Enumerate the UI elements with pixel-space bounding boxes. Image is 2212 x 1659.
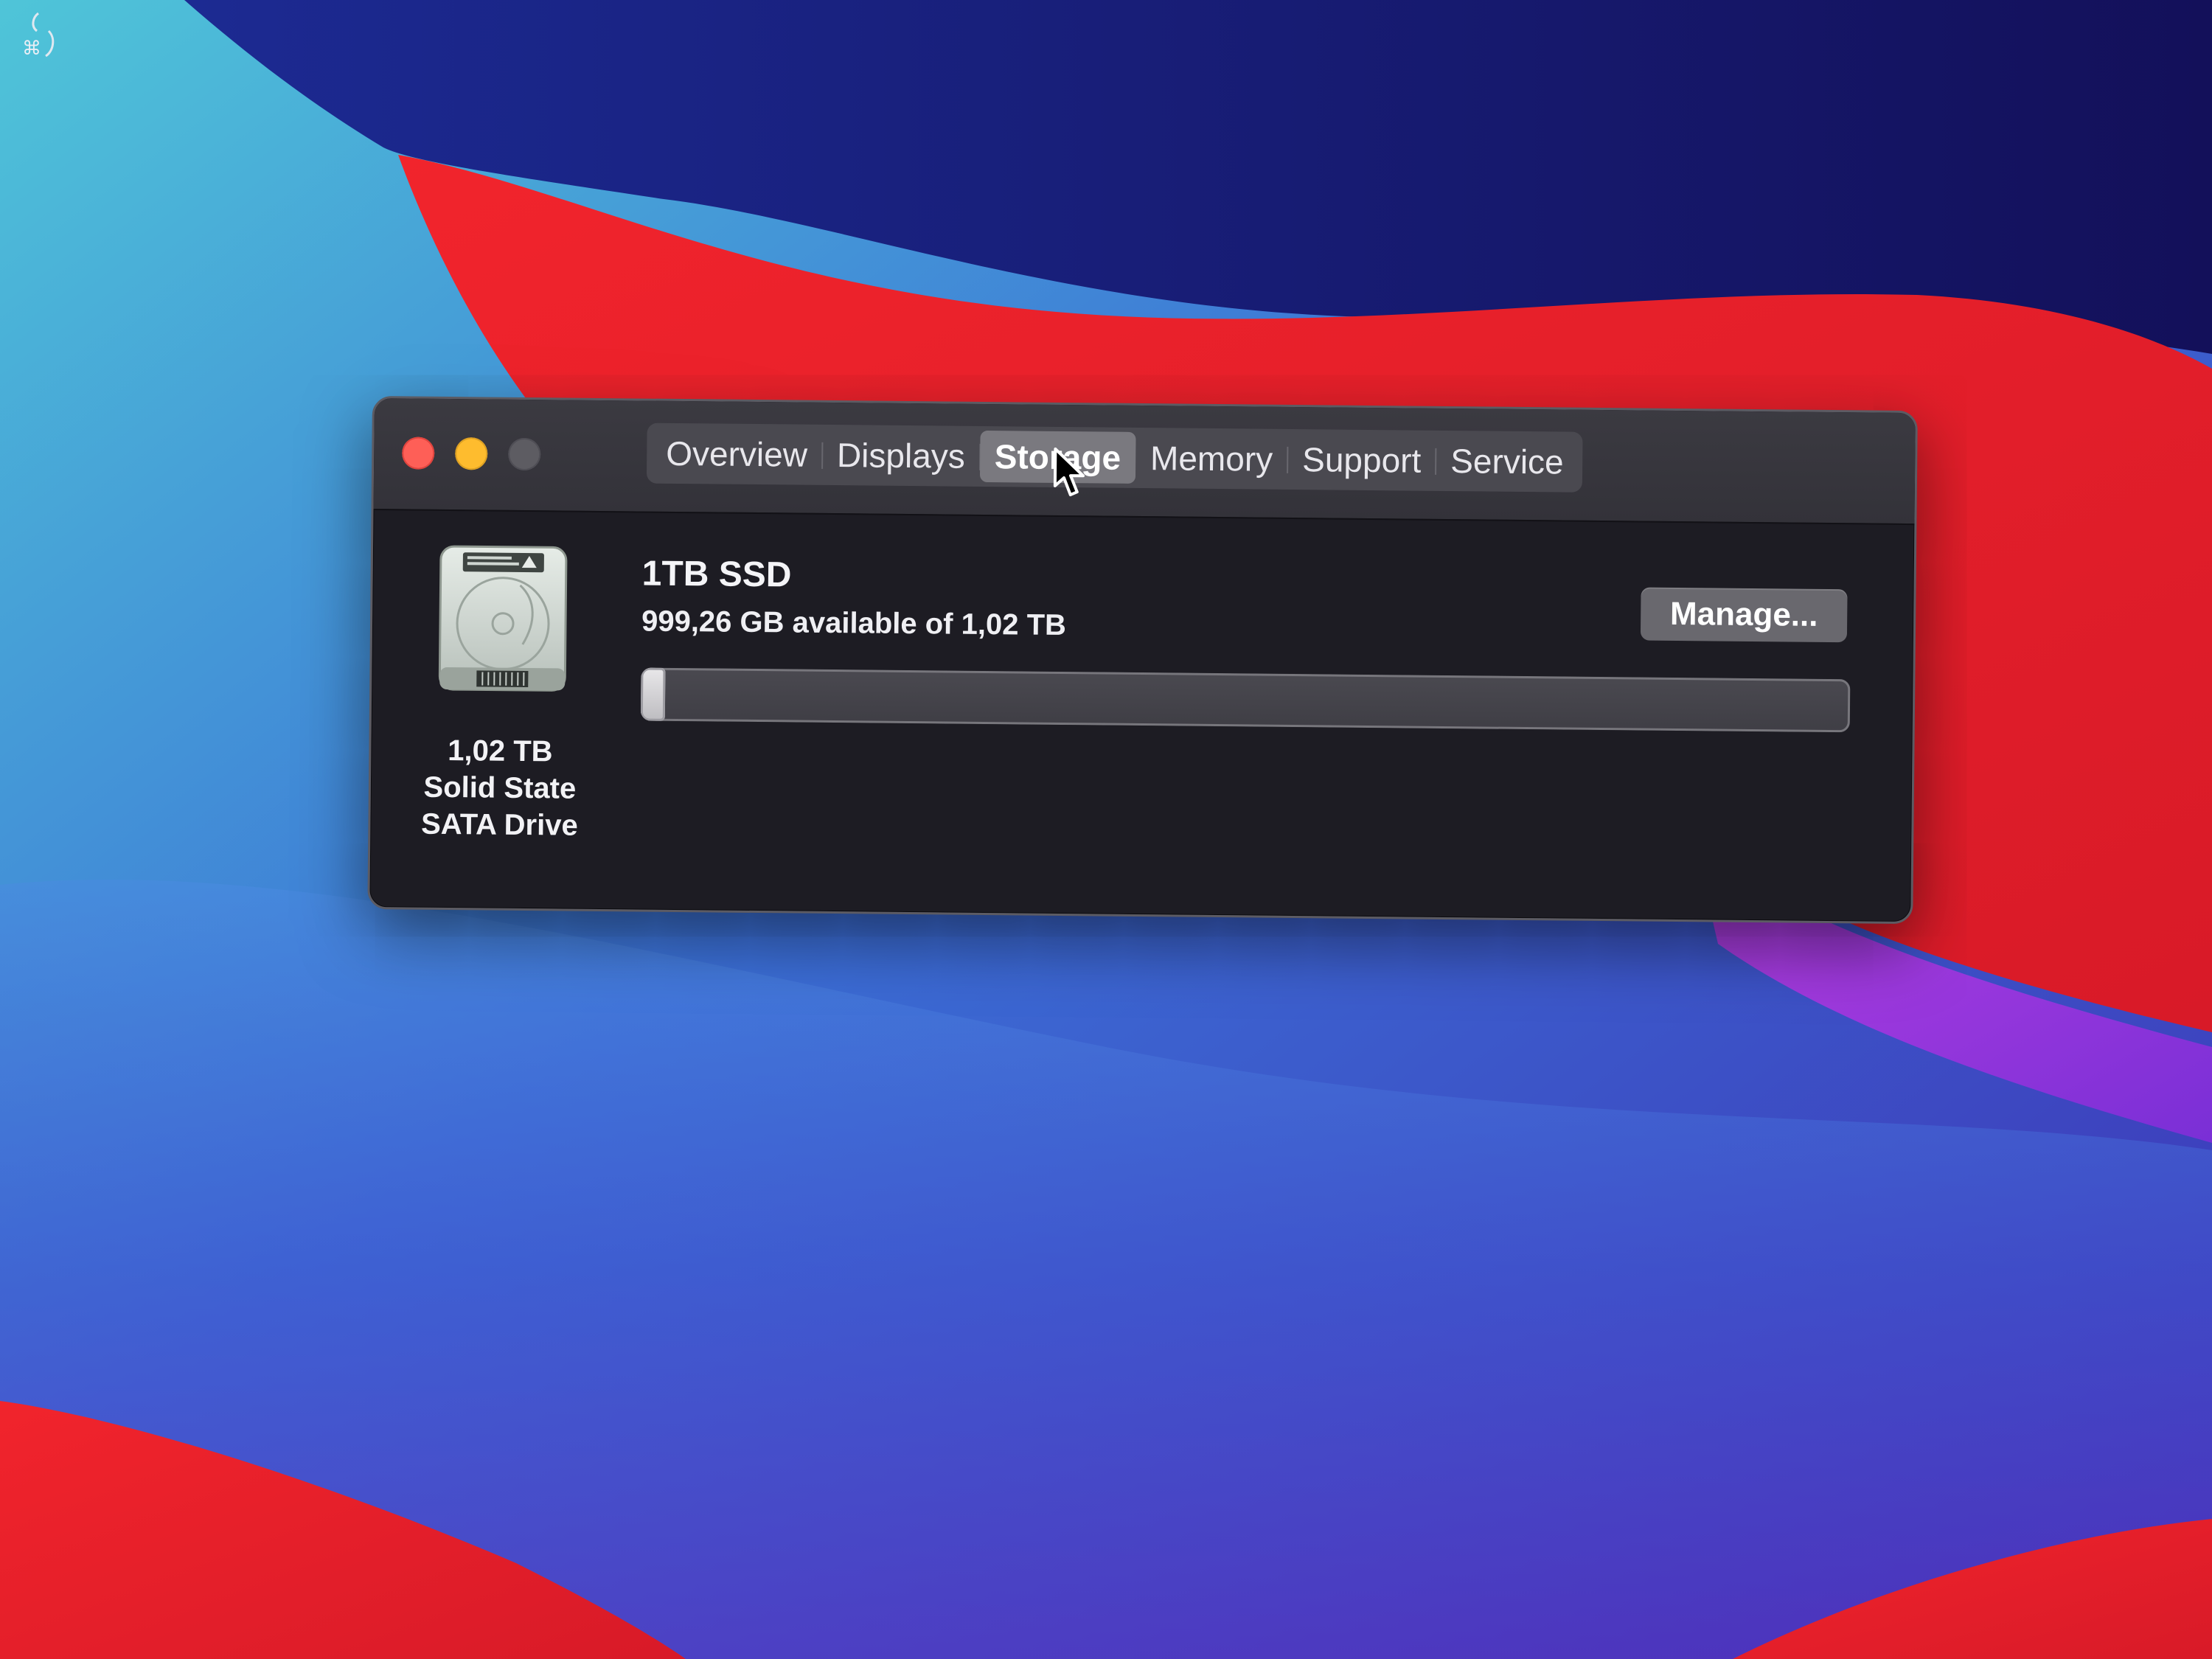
minimize-button[interactable] [455,437,488,470]
title-bar: Overview Displays Storage Memory Support… [373,398,1916,526]
desktop: ⌘ Overview Displays Storage Memory Suppo… [0,0,2212,1659]
about-this-mac-window: Overview Displays Storage Memory Support… [367,396,1918,925]
disk-capacity: 1,02 TB [448,734,553,768]
disk-type-line2: SATA Drive [420,807,578,842]
reflection-mark: ⌘ [22,12,55,60]
hard-drive-icon [438,545,568,692]
tab-service[interactable]: Service [1436,435,1579,488]
svg-text:⌘: ⌘ [22,38,41,60]
zoom-button[interactable] [508,437,541,471]
storage-used-segment [640,667,666,721]
disk-type-line1: Solid State [423,771,577,805]
disk-name: 1TB SSD [641,554,792,595]
manage-button[interactable]: Manage... [1640,587,1848,643]
tab-displays[interactable]: Displays [822,429,980,482]
disk-caption: 1,02 TB Solid State SATA Drive [400,731,599,844]
mouse-pointer-icon [1053,447,1085,497]
tab-memory[interactable]: Memory [1135,432,1288,485]
storage-pane: 1,02 TB Solid State SATA Drive 1TB SSD 9… [369,510,1914,922]
disk-available-text: 999,26 GB available of 1,02 TB [641,605,1067,642]
close-button[interactable] [402,437,435,470]
tab-overview[interactable]: Overview [651,428,822,481]
tab-support[interactable]: Support [1287,434,1436,487]
storage-usage-bar [640,667,1851,733]
tab-bar: Overview Displays Storage Memory Support… [646,422,1584,493]
